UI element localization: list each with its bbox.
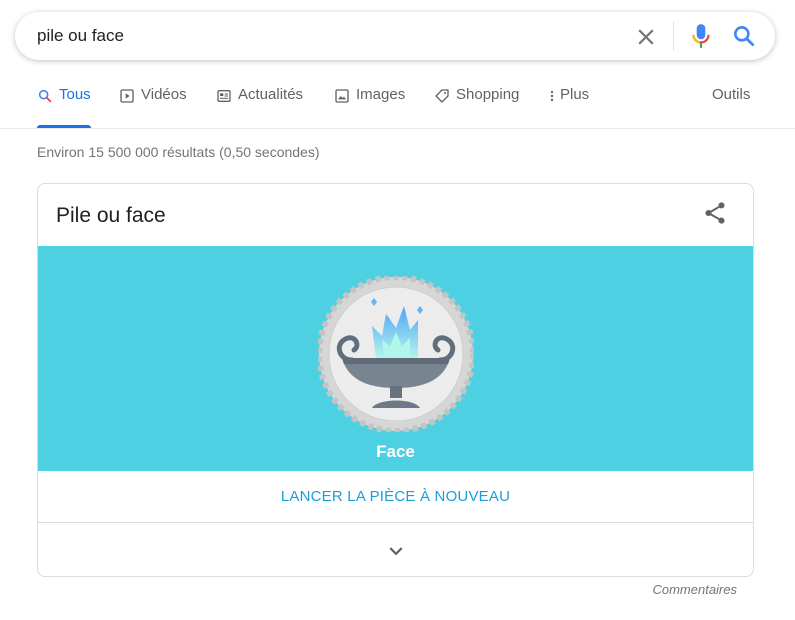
coin-flip-card: Pile ou face Face LANCER LA PIÈCE À NOUV… <box>37 183 754 577</box>
coin-image[interactable] <box>318 276 474 432</box>
tab-shopping[interactable]: Shopping <box>434 84 519 128</box>
result-stats: Environ 15 500 000 résultats (0,50 secon… <box>37 144 320 160</box>
video-icon <box>120 89 134 103</box>
search-input[interactable] <box>37 25 597 47</box>
microphone-icon <box>692 24 710 48</box>
share-icon <box>705 202 725 224</box>
close-icon <box>638 29 654 45</box>
tab-images[interactable]: Images <box>334 84 405 128</box>
search-tabs: Tous Vidéos Actualités Images Shopping P… <box>0 84 795 129</box>
tab-label: Vidéos <box>141 86 187 103</box>
tab-label: Actualités <box>238 86 304 103</box>
voice-search-button[interactable] <box>688 22 714 50</box>
tag-icon <box>435 89 449 103</box>
flip-again-button[interactable]: LANCER LA PIÈCE À NOUVEAU <box>38 471 753 522</box>
coin-result-label: Face <box>376 442 415 461</box>
news-icon <box>217 90 231 102</box>
coin-stage: Face <box>38 246 753 471</box>
tab-label: Plus <box>560 86 590 103</box>
search-bar-divider <box>673 21 674 51</box>
more-vert-icon <box>550 90 554 102</box>
tab-label: Images <box>356 86 406 103</box>
card-divider <box>38 522 753 523</box>
chevron-down-icon <box>389 547 403 556</box>
search-button[interactable] <box>731 23 757 49</box>
tab-all[interactable]: Tous <box>37 84 91 128</box>
card-title: Pile ou face <box>56 204 166 227</box>
tabs-divider <box>0 128 795 129</box>
clear-button[interactable] <box>633 24 659 50</box>
tab-more[interactable]: Plus <box>546 84 589 128</box>
tab-videos[interactable]: Vidéos <box>119 84 187 128</box>
image-icon <box>335 89 349 103</box>
expand-button[interactable] <box>383 538 409 564</box>
tools-label: Outils <box>712 86 751 103</box>
search-icon <box>734 26 755 47</box>
tab-news[interactable]: Actualités <box>216 84 303 128</box>
feedback-link[interactable]: Commentaires <box>652 582 737 597</box>
tab-label: Tous <box>59 86 91 103</box>
search-icon <box>38 89 52 103</box>
tab-label: Shopping <box>456 86 520 103</box>
search-bar <box>15 12 775 60</box>
share-button[interactable] <box>702 200 728 226</box>
tools-button[interactable]: Outils <box>712 84 750 128</box>
